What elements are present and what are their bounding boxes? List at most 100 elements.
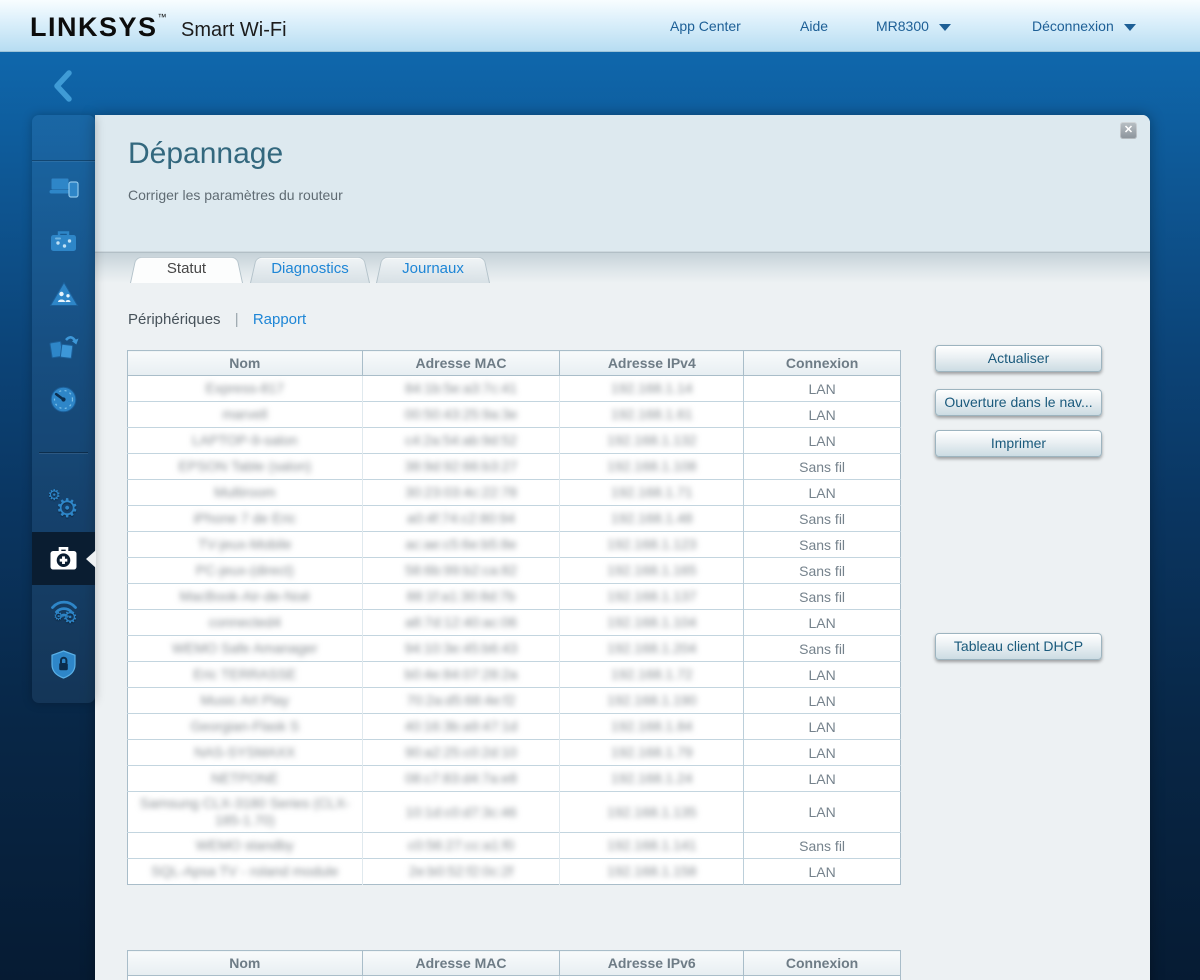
connection-type: Sans fil: [744, 558, 901, 584]
connection-type: LAN: [744, 662, 901, 688]
device-table-body: Express-817 84:1b:5e:a3:7c:41 192.168.1.…: [128, 376, 901, 885]
chevron-left-icon: [50, 68, 74, 104]
connection-type: LAN: [744, 766, 901, 792]
tab-diagnostics[interactable]: Diagnostics: [250, 254, 370, 283]
main-panel: Dépannage Corriger les paramètres du rou…: [95, 115, 1150, 980]
print-button[interactable]: Imprimer: [935, 430, 1102, 457]
sidebar-item-connectivity[interactable]: ⚙ ⚙: [32, 479, 95, 532]
connection-type: LAN: [744, 688, 901, 714]
device-ipv4-redacted: 192.168.1.79: [611, 744, 693, 761]
shield-lock-icon: [51, 650, 76, 679]
chevron-down-icon: [939, 24, 951, 31]
device-mac-redacted: 10:1d:c0:d7:3c:46: [405, 804, 516, 821]
connection-type: LAN: [744, 714, 901, 740]
subnav-rapport-link[interactable]: Rapport: [253, 311, 306, 328]
device-ipv4-redacted: 192.168.1.24: [611, 770, 693, 787]
chevron-down-icon: [1124, 24, 1136, 31]
device-name-redacted: Multiroom: [214, 484, 275, 501]
device-name-redacted: NAS-SYSMAXX: [194, 744, 295, 761]
connection-type: Sans fil: [744, 532, 901, 558]
tab-journaux[interactable]: Journaux: [376, 254, 490, 283]
brand-product: Smart Wi-Fi: [181, 19, 287, 41]
table-row: LAPTOP-9-salon c4:2a:54:ab:9d:52 192.168…: [128, 428, 901, 454]
nav-help[interactable]: Aide: [800, 0, 828, 52]
subnav-peripheriques[interactable]: Périphériques: [128, 311, 221, 328]
device-ipv4-redacted: 192.168.1.135: [607, 804, 697, 821]
sidebar-item-media-prioritization[interactable]: [32, 320, 95, 373]
table-row: WEMO standby c0:56:27:cc:a1:f0 192.168.1…: [128, 833, 901, 859]
dhcp-client-table-button[interactable]: Tableau client DHCP: [935, 633, 1102, 660]
device-ipv4-redacted: 192.168.1.84: [611, 718, 693, 735]
sidebar-collapse-button[interactable]: [50, 68, 74, 104]
refresh-button[interactable]: Actualiser: [935, 345, 1102, 372]
device-name-redacted: Music Art Play: [200, 692, 289, 709]
devices-icon: [49, 176, 79, 199]
device-mac-redacted: 90:a2:25:c0:2d:10: [405, 744, 517, 761]
device-name-redacted: Express-817: [206, 380, 285, 397]
device-name-redacted: TV-jeux-Mobile: [198, 536, 291, 553]
tab-statut[interactable]: Statut: [130, 254, 243, 283]
col-header-connexion: Connexion: [744, 951, 901, 976]
device-ipv4-redacted: 192.168.1.123: [607, 536, 697, 553]
device-mac-redacted: 40:16:3b:a9:47:1d: [405, 718, 518, 735]
sidebar-divider: [39, 452, 88, 453]
gear-icon: ⚙: [56, 495, 79, 521]
device-mac-redacted: b0:4e:84:07:28:2a: [405, 666, 518, 683]
sidebar-top-spacer: [32, 115, 95, 161]
suitcase-icon: [50, 230, 77, 252]
device-mac-redacted: 38:9d:92:66:b3:27: [405, 458, 518, 475]
sidebar: ⚙ ⚙ ⚙: [32, 115, 95, 703]
sidebar-item-network-devices[interactable]: [32, 161, 95, 214]
connection-type: LAN: [744, 428, 901, 454]
connection-type: LAN: [744, 859, 901, 885]
page-subtitle: Corriger les paramètres du routeur: [128, 187, 343, 203]
sidebar-item-guest-access[interactable]: [32, 214, 95, 267]
first-aid-kit-icon: [48, 546, 79, 571]
open-in-browser-button[interactable]: Ouverture dans le nav...: [935, 389, 1102, 416]
connection-type: LAN: [744, 610, 901, 636]
device-mac-redacted: ac:ae:c5:6e:b5:8e: [405, 536, 516, 553]
connection-type: LAN: [744, 402, 901, 428]
connection-type: Sans fil: [744, 636, 901, 662]
device-mac-redacted: c4:2a:54:ab:9d:52: [405, 432, 517, 449]
tab-strip: Statut Diagnostics Journaux: [95, 252, 1150, 283]
table-row: SQL-Apsa TV - roland module 2e:b0:52:f2:…: [128, 859, 901, 885]
col-header-mac: Adresse MAC: [362, 351, 560, 376]
connection-type: Sans fil: [744, 454, 901, 480]
close-button[interactable]: ✕: [1120, 122, 1137, 139]
nav-app-center[interactable]: App Center: [670, 0, 741, 52]
nav-router-dropdown[interactable]: MR8300: [876, 0, 951, 52]
device-ipv4-redacted: 192.168.1.132: [607, 432, 697, 449]
table-row: connected4 a8:7d:12:40:ac:06 192.168.1.1…: [128, 610, 901, 636]
table-row: EPSON Table (salon) 38:9d:92:66:b3:27 19…: [128, 454, 901, 480]
linksys-logo: LINKSYS™ Smart Wi-Fi: [30, 12, 287, 43]
device-mac-redacted: 2e:b0:52:f2:0c:2f: [409, 863, 513, 880]
brand-name: LINKSYS: [30, 12, 158, 42]
table-row: NAS-SYSMAXX 90:a2:25:c0:2d:10 192.168.1.…: [128, 740, 901, 766]
ipv6-table-header-row: Nom Adresse MAC Adresse IPv6 Connexion: [128, 951, 901, 976]
sidebar-item-wireless[interactable]: ⚙ ⚙: [32, 585, 95, 638]
device-table-header-row: Nom Adresse MAC Adresse IPv4 Connexion: [128, 351, 901, 376]
page-title: Dépannage: [128, 137, 283, 171]
workspace-background: ⚙ ⚙ ⚙: [0, 52, 1200, 980]
sidebar-item-security[interactable]: [32, 638, 95, 691]
device-ipv4-redacted: 192.168.1.204: [607, 640, 697, 657]
table-row: NETPONE 08:c7:83:d4:7a:e8 192.168.1.24 L…: [128, 766, 901, 792]
device-ipv4-redacted: 192.168.1.48: [611, 510, 693, 527]
sidebar-item-speed-test[interactable]: [32, 373, 95, 426]
nav-logout-dropdown[interactable]: Déconnexion: [1032, 0, 1136, 52]
table-row: Eric TERRASSE b0:4e:84:07:28:2a 192.168.…: [128, 662, 901, 688]
speedometer-icon: [50, 386, 77, 413]
trademark: ™: [158, 12, 167, 22]
device-ipv4-redacted: 192.168.1.137: [607, 588, 697, 605]
device-name-redacted: LAPTOP-9-salon: [192, 432, 298, 449]
device-mac-redacted: 88:1f:a1:30:8d:7b: [407, 588, 516, 605]
table-row: MacBook-Air-de-Noé 88:1f:a1:30:8d:7b 192…: [128, 584, 901, 610]
device-mac-redacted: 58:6b:99:b2:ca:82: [405, 562, 517, 579]
sidebar-item-troubleshooting[interactable]: [32, 532, 95, 585]
sidebar-item-parental-controls[interactable]: [32, 267, 95, 320]
panel-body: Périphériques | Rapport Nom: [95, 283, 1150, 980]
table-row: Multiroom 30:23:03:4c:22:78 192.168.1.71…: [128, 480, 901, 506]
device-ipv4-redacted: 192.168.1.61: [611, 406, 693, 423]
table-row: marvell 00:50:43:25:9a:3e 192.168.1.61 L…: [128, 402, 901, 428]
